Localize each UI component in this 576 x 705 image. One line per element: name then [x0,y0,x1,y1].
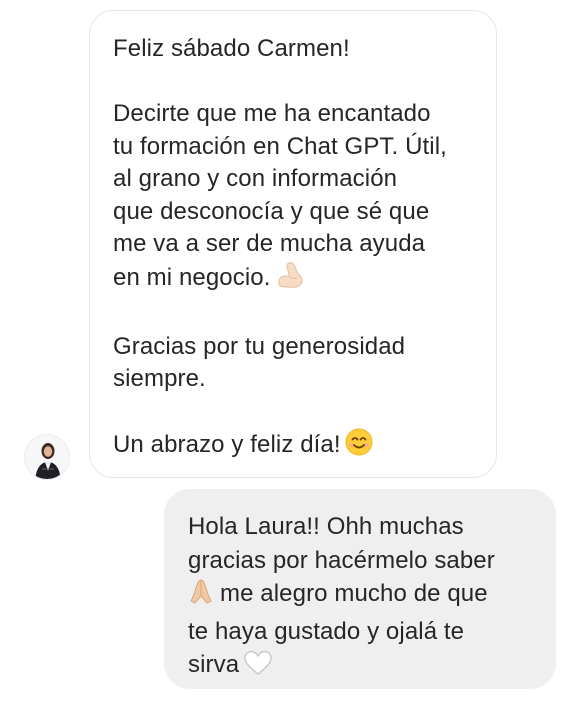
white-heart-icon [243,650,273,686]
message-line: siempre. [113,365,206,392]
flexed-biceps-icon [275,261,305,299]
message-line: que desconocía y que sé que [113,197,430,225]
chat-thread: Feliz sábado Carmen! Decirte que me ha e… [0,0,576,705]
message-line: te haya gustado y ojalá te [188,617,465,645]
incoming-message-bubble[interactable]: Feliz sábado Carmen! Decirte que me ha e… [89,10,497,478]
message-text: sirva [188,651,240,678]
message-line-with-emoji: en mi negocio. [113,261,476,299]
outgoing-message-bubble[interactable]: Hola Laura!! Ohh muchas gracias por hacé… [164,489,556,689]
message-line: Hola Laura!! Ohh muchas [188,513,464,540]
message-line: al grano y con información [113,165,398,192]
message-text: Un abrazo y feliz día! [113,431,341,458]
message-line: Gracias por tu generosidad [113,332,406,360]
message-text: en mi negocio. [113,263,271,291]
message-line: gracias por hacérmelo saber [188,546,495,574]
message-line-gap [113,66,476,99]
message-line-with-emoji: Un abrazo y feliz día! [113,428,476,466]
message-line-with-emoji: sirva [188,648,538,686]
smiling-face-icon [345,428,373,466]
message-line: Decirte que me ha encantado [113,100,431,127]
message-text: me alegro mucho de que [220,580,488,607]
message-line: me va a ser de mucha ayuda [113,230,426,257]
sender-avatar[interactable] [24,434,70,480]
folded-hands-icon [188,577,214,615]
avatar-photo-icon [25,435,69,479]
message-line: tu formación en Chat GPT. Útil, [113,132,447,160]
message-line-gap [113,298,476,331]
message-line-gap [113,396,476,429]
message-line: Feliz sábado Carmen! [113,35,350,62]
message-line-with-emoji: me alegro mucho de que [188,577,538,615]
